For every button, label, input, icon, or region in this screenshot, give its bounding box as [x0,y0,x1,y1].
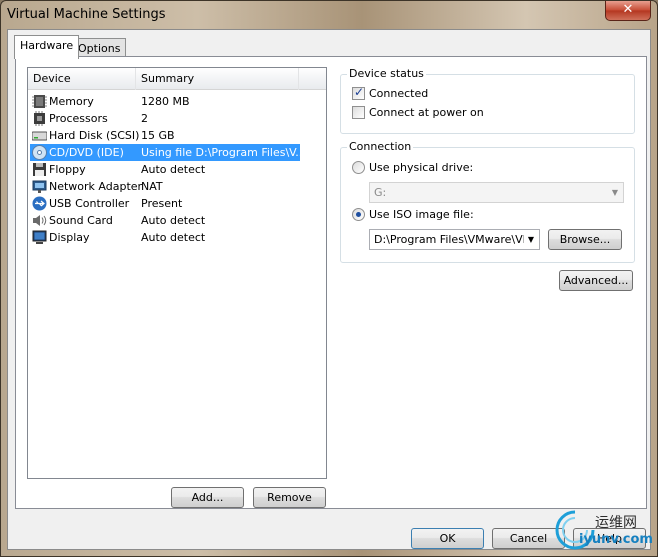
hardware-tab-panel: Device Summary Memory 1280 MB Processors… [15,56,647,509]
tab-hardware[interactable]: Hardware [14,35,80,59]
device-row-floppy[interactable]: Floppy Auto detect [30,161,300,178]
use-iso-image-radio[interactable] [352,208,365,221]
device-name: CD/DVD (IDE) [49,146,124,159]
device-list-header: Device Summary [28,68,326,90]
connect-at-power-on-label[interactable]: Connect at power on [369,106,484,119]
device-name: Processors [49,112,108,125]
device-name: Hard Disk (SCSI) [49,129,140,142]
chevron-down-icon: ▼ [611,188,619,197]
window: Virtual Machine Settings ✕ Hardware Opti… [0,0,658,557]
device-row-cd-dvd[interactable]: CD/DVD (IDE) Using file D:\Program Files… [30,144,306,161]
physical-drive-select[interactable]: G: ▼ [369,182,624,203]
display-icon [32,230,47,244]
connected-checkbox[interactable]: ✓ [352,85,365,100]
device-name: Network Adapter [49,180,143,193]
device-row-hard-disk[interactable]: Hard Disk (SCSI) 15 GB [30,127,300,144]
device-name: Memory [49,95,94,108]
device-summary: NAT [141,180,163,193]
use-physical-drive-label[interactable]: Use physical drive: [369,161,473,174]
tab-hardware-label: Hardware [20,39,74,52]
device-status-group: Device status ✓ Connected Connect at pow… [340,67,635,134]
connection-group: Connection Use physical drive: G: ▼ Use … [340,140,635,263]
device-row-memory[interactable]: Memory 1280 MB [30,93,300,110]
connect-at-power-on-checkbox[interactable] [352,106,365,119]
watermark-url: iyunv.com [579,532,653,547]
checkmark-icon: ✓ [354,85,365,99]
column-header-device[interactable]: Device [28,68,136,90]
device-summary: Present [141,197,183,210]
ok-button[interactable]: OK [411,528,484,549]
device-row-network-adapter[interactable]: Network Adapter NAT [30,178,300,195]
iso-path-value: D:\Program Files\VMware\VMw [374,233,524,246]
add-button[interactable]: Add... [171,487,244,508]
memory-icon [32,95,47,108]
hard-disk-icon [32,131,47,141]
chevron-down-icon[interactable]: ▼ [525,232,537,247]
device-summary: Auto detect [141,214,206,227]
window-title: Virtual Machine Settings [7,7,166,22]
radio-selected-dot [356,212,361,217]
device-summary: Using file D:\Program Files\V... [141,146,306,159]
device-summary: 15 GB [141,129,175,142]
close-button[interactable]: ✕ [605,1,651,21]
network-adapter-icon [32,180,47,193]
cd-dvd-icon [32,145,47,160]
close-icon: ✕ [622,2,634,17]
connection-label: Connection [347,140,414,153]
floppy-icon [33,163,46,176]
iso-path-input[interactable]: D:\Program Files\VMware\VMw ▼ [369,229,540,250]
device-summary: 1280 MB [141,95,190,108]
tab-options-label: Options [78,42,121,55]
use-iso-image-label[interactable]: Use ISO image file: [369,208,474,221]
dialog-client-area: Hardware Options Device Summary Memory 1… [7,29,651,550]
processor-icon [34,111,45,126]
watermark: 运维网 iyunv.com [553,506,657,554]
column-header-summary[interactable]: Summary [136,68,299,90]
device-list[interactable]: Device Summary Memory 1280 MB Processors… [27,67,327,479]
device-summary: 2 [141,112,148,125]
tab-options[interactable]: Options [72,38,127,57]
title-bar[interactable]: Virtual Machine Settings ✕ [1,1,657,29]
advanced-button[interactable]: Advanced... [559,270,633,291]
device-row-usb-controller[interactable]: USB Controller Present [30,195,300,212]
device-summary: Auto detect [141,231,206,244]
device-name: Floppy [49,163,86,176]
device-summary: Auto detect [141,163,206,176]
browse-button[interactable]: Browse... [548,229,622,250]
sound-card-icon [33,215,47,226]
use-physical-drive-radio[interactable] [352,161,365,174]
device-name: Display [49,231,90,244]
device-status-label: Device status [347,67,426,80]
device-name: USB Controller [49,197,130,210]
physical-drive-value: G: [374,186,387,199]
remove-button[interactable]: Remove [253,487,326,508]
device-name: Sound Card [49,214,113,227]
device-row-processors[interactable]: Processors 2 [30,110,300,127]
usb-icon [32,196,47,211]
connected-label[interactable]: Connected [369,87,428,100]
device-row-sound-card[interactable]: Sound Card Auto detect [30,212,300,229]
watermark-title: 运维网 [595,515,637,531]
device-row-display[interactable]: Display Auto detect [30,229,300,246]
